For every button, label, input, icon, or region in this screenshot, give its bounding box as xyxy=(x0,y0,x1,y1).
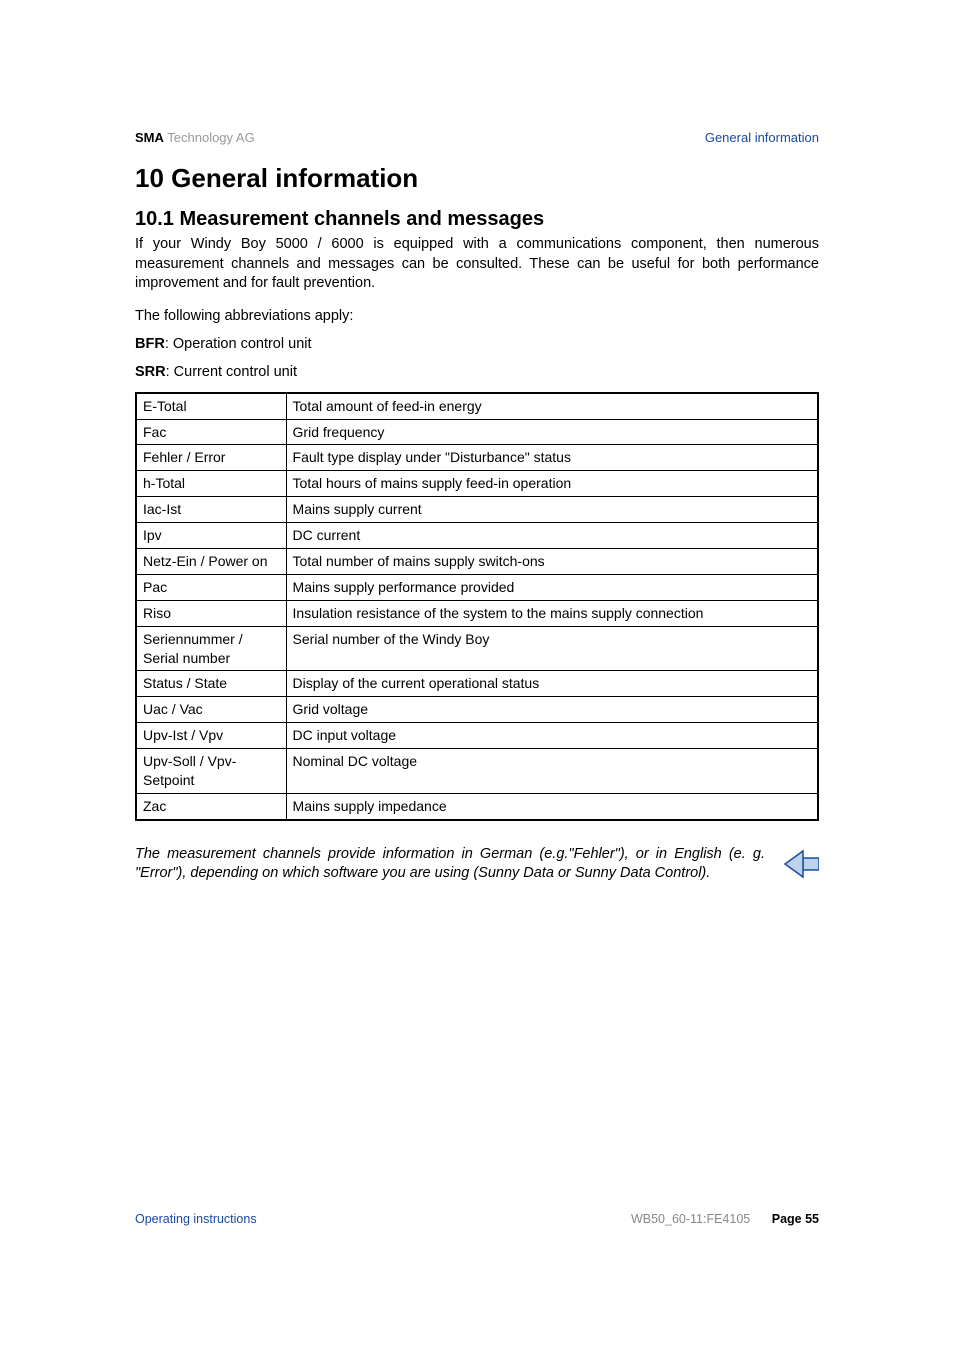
table-row: Fehler / ErrorFault type display under "… xyxy=(136,445,818,471)
footer-page-number: Page 55 xyxy=(772,1212,819,1226)
footer-left: Operating instructions xyxy=(135,1212,257,1226)
channels-table-body: E-TotalTotal amount of feed-in energy Fa… xyxy=(136,393,818,820)
channel-desc: Insulation resistance of the system to t… xyxy=(286,600,818,626)
channel-desc: Mains supply current xyxy=(286,497,818,523)
bfr-label: BFR xyxy=(135,336,165,352)
bfr-line: BFR: Operation control unit xyxy=(135,336,819,352)
channel-desc: DC current xyxy=(286,523,818,549)
channels-table: E-TotalTotal amount of feed-in energy Fa… xyxy=(135,392,819,821)
channel-key: Seriennummer / Serial number xyxy=(136,626,286,671)
table-row: Status / StateDisplay of the current ope… xyxy=(136,671,818,697)
channel-key: Upv-Ist / Vpv xyxy=(136,723,286,749)
table-row: Upv-Ist / VpvDC input voltage xyxy=(136,723,818,749)
table-row: E-TotalTotal amount of feed-in energy xyxy=(136,393,818,419)
page-footer: Operating instructions WB50_60-11:FE4105… xyxy=(135,1212,819,1226)
channel-key: Uac / Vac xyxy=(136,697,286,723)
table-row: Seriennummer / Serial numberSerial numbe… xyxy=(136,626,818,671)
note-text: The measurement channels provide informa… xyxy=(135,845,765,884)
abbrev-intro: The following abbreviations apply: xyxy=(135,308,819,324)
channel-desc: Nominal DC voltage xyxy=(286,749,818,794)
channel-desc: Mains supply impedance xyxy=(286,793,818,819)
heading-2: 10.1 Measurement channels and messages xyxy=(135,208,819,231)
channel-key: Netz-Ein / Power on xyxy=(136,549,286,575)
channel-key: Fehler / Error xyxy=(136,445,286,471)
channel-key: Riso xyxy=(136,600,286,626)
bfr-text: : Operation control unit xyxy=(165,336,312,352)
table-row: IpvDC current xyxy=(136,523,818,549)
heading-1: 10 General information xyxy=(135,163,819,194)
table-row: Iac-IstMains supply current xyxy=(136,497,818,523)
table-row: FacGrid frequency xyxy=(136,419,818,445)
channel-desc: Grid voltage xyxy=(286,697,818,723)
channel-key: Upv-Soll / Vpv-Setpoint xyxy=(136,749,286,794)
srr-text: : Current control unit xyxy=(166,364,297,380)
channel-desc: Total amount of feed-in energy xyxy=(286,393,818,419)
channel-desc: DC input voltage xyxy=(286,723,818,749)
channel-key: Ipv xyxy=(136,523,286,549)
channel-desc: Total hours of mains supply feed-in oper… xyxy=(286,471,818,497)
footer-doc-id: WB50_60-11:FE4105 xyxy=(631,1212,750,1226)
channel-desc: Mains supply performance provided xyxy=(286,574,818,600)
srr-label: SRR xyxy=(135,364,166,380)
channel-key: E-Total xyxy=(136,393,286,419)
company-name: SMA Technology AG xyxy=(135,130,255,145)
channel-desc: Total number of mains supply switch-ons xyxy=(286,549,818,575)
page-header: SMA Technology AG General information xyxy=(135,130,819,145)
channel-key: Iac-Ist xyxy=(136,497,286,523)
channel-key: Fac xyxy=(136,419,286,445)
table-row: h-TotalTotal hours of mains supply feed-… xyxy=(136,471,818,497)
footer-right: WB50_60-11:FE4105 Page 55 xyxy=(631,1212,819,1226)
table-row: Uac / VacGrid voltage xyxy=(136,697,818,723)
table-row: Netz-Ein / Power onTotal number of mains… xyxy=(136,549,818,575)
note-block: The measurement channels provide informa… xyxy=(135,845,819,886)
table-row: Upv-Soll / Vpv-SetpointNominal DC voltag… xyxy=(136,749,818,794)
channel-key: Zac xyxy=(136,793,286,819)
header-section-label: General information xyxy=(705,130,819,145)
channel-desc: Serial number of the Windy Boy xyxy=(286,626,818,671)
channel-desc: Fault type display under "Disturbance" s… xyxy=(286,445,818,471)
srr-line: SRR: Current control unit xyxy=(135,364,819,380)
channel-key: h-Total xyxy=(136,471,286,497)
note-arrow-icon xyxy=(773,847,819,886)
table-row: PacMains supply performance provided xyxy=(136,574,818,600)
channel-key: Pac xyxy=(136,574,286,600)
channel-key: Status / State xyxy=(136,671,286,697)
company-name-bold: SMA xyxy=(135,130,164,145)
channel-desc: Grid frequency xyxy=(286,419,818,445)
table-row: RisoInsulation resistance of the system … xyxy=(136,600,818,626)
company-name-rest: Technology AG xyxy=(164,130,255,145)
channel-desc: Display of the current operational statu… xyxy=(286,671,818,697)
table-row: ZacMains supply impedance xyxy=(136,793,818,819)
intro-paragraph: If your Windy Boy 5000 / 6000 is equippe… xyxy=(135,235,819,294)
